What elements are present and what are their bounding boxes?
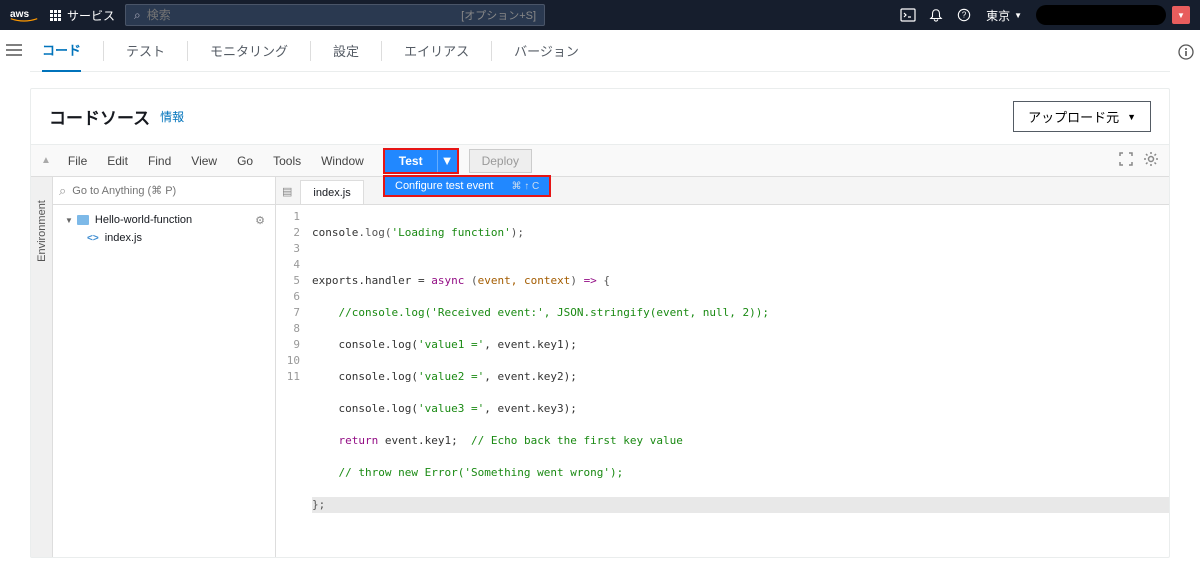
account-caret[interactable]: ▼ — [1172, 6, 1190, 24]
tab-version[interactable]: バージョン — [514, 30, 579, 72]
menu-file[interactable]: File — [59, 154, 96, 168]
region-label: 東京 — [986, 7, 1010, 24]
search-icon: ⌕ — [59, 183, 66, 199]
settings-gear-icon[interactable] — [1143, 151, 1159, 170]
search-box[interactable]: ⌕ [オプション+S] — [125, 4, 545, 26]
editor-tabs: ▤ index.js Configure test event ⌘ ↑ C — [276, 177, 1169, 205]
menu-edit[interactable]: Edit — [98, 154, 137, 168]
info-panel-toggle[interactable] — [1178, 44, 1194, 63]
svg-text:aws: aws — [10, 9, 29, 20]
configure-test-event-item[interactable]: Configure test event ⌘ ↑ C — [385, 177, 549, 195]
services-label: サービス — [67, 7, 115, 24]
help-icon[interactable]: ? — [950, 1, 978, 29]
file-panel: ⌕ ▼ Hello-world-function ⚙ <> index.js — [53, 177, 275, 557]
tree-root[interactable]: ▼ Hello-world-function ⚙ — [57, 211, 271, 229]
ide-toolbar: ▲ File Edit Find View Go Tools Window Te… — [31, 145, 1169, 177]
editor-tab-index[interactable]: index.js — [300, 180, 363, 204]
grid-icon — [50, 10, 61, 21]
function-tabs: コード テスト モニタリング 設定 エイリアス バージョン — [30, 30, 1170, 72]
test-button-group: Test ▼ — [383, 148, 459, 174]
tab-alias[interactable]: エイリアス — [404, 30, 469, 72]
aws-logo[interactable]: aws — [10, 6, 38, 25]
panel-title: コードソース — [49, 104, 150, 129]
js-file-icon: <> — [87, 233, 99, 244]
code-lines: console.log('Loading function'); exports… — [306, 205, 1169, 557]
file-search[interactable]: ⌕ — [53, 177, 275, 205]
test-button[interactable]: Test — [385, 154, 437, 168]
side-nav-toggle[interactable] — [6, 44, 22, 59]
folder-name: Hello-world-function — [95, 214, 192, 226]
collapse-icon[interactable]: ▲ — [41, 155, 51, 166]
environment-label: Environment — [36, 200, 48, 262]
environment-tab[interactable]: Environment — [31, 177, 53, 557]
tab-test[interactable]: テスト — [126, 30, 165, 72]
deploy-button: Deploy — [469, 149, 532, 173]
file-name: index.js — [105, 232, 142, 244]
services-menu-button[interactable]: サービス — [50, 7, 115, 24]
tab-config[interactable]: 設定 — [333, 30, 359, 72]
folder-icon — [77, 215, 89, 225]
info-link[interactable]: 情報 — [160, 108, 184, 125]
upload-label: アップロード元 — [1028, 107, 1119, 126]
tab-monitoring[interactable]: モニタリング — [210, 30, 288, 72]
tab-code[interactable]: コード — [42, 30, 81, 72]
search-input[interactable] — [147, 8, 461, 22]
ide-sidebar: Environment ⌕ ▼ Hello-world-function ⚙ — [31, 177, 276, 557]
caret-down-icon: ▼ — [65, 216, 73, 225]
tab-filename: index.js — [313, 187, 350, 199]
menu-go[interactable]: Go — [228, 154, 262, 168]
tree-file[interactable]: <> index.js — [57, 229, 271, 247]
tab-list-icon[interactable]: ▤ — [282, 185, 292, 198]
cloudshell-icon[interactable] — [894, 1, 922, 29]
account-menu[interactable] — [1036, 5, 1166, 25]
menu-view[interactable]: View — [182, 154, 226, 168]
aws-header: aws サービス ⌕ [オプション+S] ? 東京 ▼ ▼ — [0, 0, 1200, 30]
line-gutter: 1 2 3 4 5 6 7 8 9 10 11 — [276, 205, 306, 557]
search-hint: [オプション+S] — [461, 7, 536, 23]
ide-body: Environment ⌕ ▼ Hello-world-function ⚙ — [31, 177, 1169, 557]
svg-text:?: ? — [962, 11, 967, 20]
editor-area: ▤ index.js Configure test event ⌘ ↑ C — [276, 177, 1169, 557]
goto-input[interactable] — [72, 185, 269, 197]
code-panel-header: コードソース 情報 アップロード元 ▼ — [31, 89, 1169, 145]
dropdown-item-label: Configure test event — [395, 180, 493, 192]
dropdown-shortcut: ⌘ ↑ C — [511, 181, 539, 192]
menu-tools[interactable]: Tools — [264, 154, 310, 168]
menu-find[interactable]: Find — [139, 154, 180, 168]
search-icon: ⌕ — [134, 8, 141, 23]
code-editor[interactable]: 1 2 3 4 5 6 7 8 9 10 11 console.log('Loa… — [276, 205, 1169, 557]
upload-from-button[interactable]: アップロード元 ▼ — [1013, 101, 1151, 132]
chevron-down-icon: ▼ — [1127, 112, 1136, 122]
file-tree: ▼ Hello-world-function ⚙ <> index.js — [53, 205, 275, 253]
fullscreen-icon[interactable] — [1119, 152, 1133, 169]
test-dropdown-caret[interactable]: ▼ — [437, 150, 457, 172]
notifications-icon[interactable] — [922, 1, 950, 29]
region-selector[interactable]: 東京 ▼ — [986, 7, 1022, 24]
menu-window[interactable]: Window — [312, 154, 373, 168]
test-dropdown-menu: Configure test event ⌘ ↑ C — [383, 175, 551, 197]
chevron-down-icon: ▼ — [1014, 11, 1022, 20]
code-source-panel: コードソース 情報 アップロード元 ▼ ▲ File Edit Find Vie… — [30, 88, 1170, 558]
tree-settings-gear-icon[interactable]: ⚙ — [255, 214, 265, 227]
